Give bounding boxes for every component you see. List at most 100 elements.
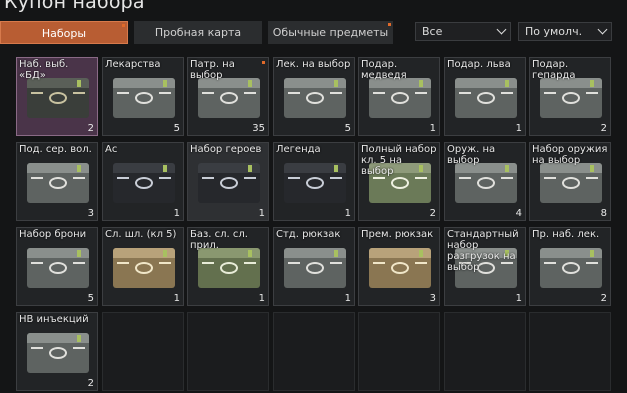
- crate-icon: [113, 78, 175, 118]
- item-count: 2: [87, 123, 94, 134]
- item-slot[interactable]: Стд. рюкзак 1: [273, 227, 355, 306]
- item-label: Прем. рюкзак: [361, 229, 434, 240]
- notification-dot: [122, 24, 125, 27]
- tab-sets[interactable]: Наборы: [0, 21, 128, 44]
- item-label: Набор брони: [19, 229, 87, 240]
- item-slot[interactable]: Подар. льва 1: [444, 57, 526, 136]
- item-label: Патр. на выбор: [190, 59, 235, 81]
- item-slot[interactable]: Наб. выб. «БД» 2: [16, 57, 98, 136]
- item-label: Подар. медведя: [361, 59, 407, 81]
- item-label: Легенда: [276, 144, 321, 155]
- item-count: 1: [515, 123, 522, 134]
- item-label: Наб. выб. «БД»: [19, 59, 69, 81]
- item-slot[interactable]: Набор героев 1: [187, 142, 269, 221]
- item-count: 8: [600, 208, 607, 219]
- crate-icon: [27, 248, 89, 288]
- item-count: 1: [515, 293, 522, 304]
- item-count: 1: [429, 123, 436, 134]
- crate-icon: [540, 163, 602, 203]
- item-slot[interactable]: Легенда 1: [273, 142, 355, 221]
- item-count: 4: [515, 208, 522, 219]
- item-label: Оруж. на выбор: [447, 144, 496, 166]
- item-label: НВ инъекций: [19, 314, 89, 325]
- item-count: 5: [344, 123, 351, 134]
- item-label: Пр. наб. лек.: [532, 229, 600, 240]
- item-slot[interactable]: Набор брони 5: [16, 227, 98, 306]
- crate-icon: [113, 163, 175, 203]
- item-slot[interactable]: НВ инъекций 2: [16, 312, 98, 391]
- item-count: 2: [87, 378, 94, 389]
- tab-common-items[interactable]: Обычные предметы: [268, 21, 393, 44]
- notification-dot: [262, 61, 265, 64]
- chevron-down-icon: [597, 24, 608, 35]
- item-label: Баз. сл. сл. прил.: [190, 229, 248, 251]
- notification-dot: [388, 23, 391, 26]
- crate-icon: [540, 78, 602, 118]
- item-count: 5: [173, 123, 180, 134]
- sort-value: По умолч.: [525, 25, 583, 38]
- item-label: Лек. на выбор: [276, 59, 351, 70]
- item-label: Полный набор кл. 5 на выбор: [361, 144, 437, 177]
- item-slot[interactable]: Сл. шл. (кл 5) 1: [102, 227, 184, 306]
- crate-icon: [198, 248, 260, 288]
- crate-icon: [369, 248, 431, 288]
- filter-dropdown[interactable]: Все: [415, 22, 511, 41]
- empty-slot: [358, 312, 440, 391]
- item-count: 3: [429, 293, 436, 304]
- crate-icon: [284, 248, 346, 288]
- crate-icon: [27, 78, 89, 118]
- tab-label: Обычные предметы: [272, 26, 389, 39]
- crate-icon: [113, 248, 175, 288]
- tab-label: Пробная карта: [154, 26, 242, 39]
- item-label: Подар. льва: [447, 59, 511, 70]
- item-count: 1: [258, 208, 265, 219]
- empty-slot: [444, 312, 526, 391]
- item-slot[interactable]: Подар. гепарда 2: [529, 57, 611, 136]
- item-count: 2: [600, 293, 607, 304]
- tab-label: Наборы: [41, 27, 87, 40]
- item-label: Стандартный набор разгрузок на выбор: [447, 229, 519, 273]
- crate-icon: [369, 78, 431, 118]
- item-label: Под. сер. вол.: [19, 144, 92, 155]
- item-slot[interactable]: Полный набор кл. 5 на выбор 2: [358, 142, 440, 221]
- item-count: 2: [429, 208, 436, 219]
- item-slot[interactable]: Прем. рюкзак 3: [358, 227, 440, 306]
- item-slot[interactable]: Лек. на выбор 5: [273, 57, 355, 136]
- crate-icon: [284, 163, 346, 203]
- item-label: Набор оружия на выбор: [532, 144, 608, 166]
- item-slot[interactable]: Пр. наб. лек. 2: [529, 227, 611, 306]
- empty-slot: [102, 312, 184, 391]
- item-count: 1: [173, 293, 180, 304]
- sort-dropdown[interactable]: По умолч.: [518, 22, 612, 41]
- filter-value: Все: [422, 25, 443, 38]
- item-label: Стд. рюкзак: [276, 229, 341, 240]
- item-count: 1: [258, 293, 265, 304]
- item-slot[interactable]: Подар. медведя 1: [358, 57, 440, 136]
- item-count: 3: [87, 208, 94, 219]
- item-label: Ас: [105, 144, 118, 155]
- item-slot[interactable]: Под. сер. вол. 3: [16, 142, 98, 221]
- crate-icon: [455, 78, 517, 118]
- item-slot[interactable]: Набор оружия на выбор 8: [529, 142, 611, 221]
- tab-trial-card[interactable]: Пробная карта: [134, 21, 262, 44]
- item-slot[interactable]: Патр. на выбор 35: [187, 57, 269, 136]
- item-label: Набор героев: [190, 144, 262, 155]
- item-slot[interactable]: Ас 1: [102, 142, 184, 221]
- crate-icon: [198, 163, 260, 203]
- item-slot[interactable]: Баз. сл. сл. прил. 1: [187, 227, 269, 306]
- empty-slot: [187, 312, 269, 391]
- item-label: Сл. шл. (кл 5): [105, 229, 177, 240]
- item-label: Подар. гепарда: [532, 59, 576, 81]
- item-slot[interactable]: Стандартный набор разгрузок на выбор 1: [444, 227, 526, 306]
- empty-slot: [273, 312, 355, 391]
- item-slot[interactable]: Оруж. на выбор 4: [444, 142, 526, 221]
- page-title: Купон набора: [4, 0, 145, 13]
- item-count: 1: [344, 208, 351, 219]
- item-count: 1: [344, 293, 351, 304]
- empty-slot: [529, 312, 611, 391]
- item-slot[interactable]: Лекарства 5: [102, 57, 184, 136]
- crate-icon: [540, 248, 602, 288]
- crate-icon: [27, 333, 89, 373]
- item-count: 35: [252, 123, 265, 134]
- item-count: 2: [600, 123, 607, 134]
